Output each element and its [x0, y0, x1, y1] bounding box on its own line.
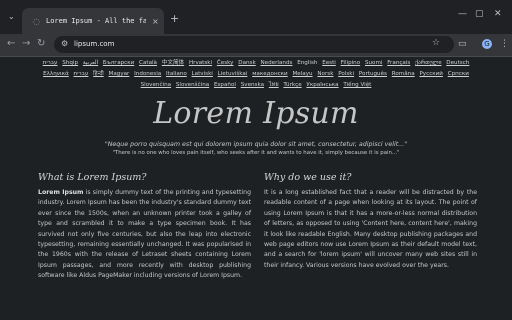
language-link[interactable]: Svenska — [241, 82, 264, 88]
language-link[interactable]: Indonesia — [134, 71, 161, 77]
language-link[interactable]: Româna — [392, 71, 415, 77]
what-is-paragraph: Lorem Ipsum is simply dummy text of the … — [38, 188, 251, 282]
language-link[interactable]: Български — [103, 60, 134, 66]
language-link[interactable]: Italiano — [166, 71, 187, 77]
language-link[interactable]: Norsk — [317, 71, 333, 77]
language-link[interactable]: עברית — [74, 71, 89, 77]
english-quote: "There is no one who loves pain itself, … — [112, 150, 400, 156]
language-link[interactable]: Melayu — [292, 71, 312, 77]
extensions-icon[interactable]: ▭ — [458, 39, 467, 49]
lorem-bold: Lorem Ipsum — [38, 189, 84, 196]
back-icon[interactable]: ← — [7, 38, 15, 49]
reload-icon[interactable]: ↻ — [37, 38, 45, 49]
why-use-heading: Why do we use it? — [264, 172, 352, 183]
language-link[interactable]: Nederlands — [261, 60, 293, 66]
site-logo: Lorem Ipsum — [153, 96, 359, 131]
language-link[interactable]: Slovenščina — [176, 82, 209, 88]
language-link[interactable]: Polski — [338, 71, 354, 77]
language-link[interactable]: 中文简体 — [162, 60, 184, 66]
language-link[interactable]: ไทย — [269, 82, 279, 88]
tab-title: Lorem Ipsum - All the facts - Lipsum gen… — [46, 17, 146, 25]
site-info-icon[interactable]: ⚙ — [61, 39, 68, 48]
address-bar[interactable]: ⚙ lipsum.com ☆ — [54, 36, 454, 53]
language-link[interactable]: Latviski — [192, 71, 213, 77]
language-link[interactable]: Português — [359, 71, 387, 77]
why-use-section: Why do we use it? It is a long establish… — [264, 172, 477, 271]
tab-close-icon[interactable]: × — [152, 17, 159, 26]
language-link[interactable]: Català — [139, 60, 157, 66]
language-link[interactable]: Eesti — [322, 60, 336, 66]
profile-avatar-icon[interactable]: G — [482, 39, 492, 49]
language-link[interactable]: Ελληνικά — [43, 71, 69, 77]
language-link[interactable]: हिन्दी — [93, 71, 104, 77]
browser-toolbar: ← → ↻ ⚙ lipsum.com ☆ ▭ ⋮ — [0, 34, 512, 57]
language-link[interactable]: Српски — [448, 71, 469, 77]
latin-quote: "Neque porro quisquam est qui dolorem ip… — [104, 141, 408, 148]
language-list: עברית Shqip العربية Български Català 中文简… — [30, 58, 482, 91]
new-tab-icon[interactable]: + — [170, 12, 179, 25]
language-link[interactable]: العربية — [83, 60, 98, 66]
favicon-icon: ◌ — [33, 16, 40, 26]
language-link[interactable]: Українська — [306, 82, 338, 88]
minimize-icon[interactable]: — — [458, 9, 467, 19]
url-text[interactable]: lipsum.com — [74, 40, 114, 48]
bookmark-star-icon[interactable]: ☆ — [432, 38, 440, 48]
language-link[interactable]: Magyar — [109, 71, 130, 77]
language-link[interactable]: Filipino — [341, 60, 361, 66]
language-link[interactable]: Hrvatski — [189, 60, 212, 66]
language-link[interactable]: Français — [387, 60, 410, 66]
forward-icon[interactable]: → — [22, 38, 30, 49]
maximize-icon[interactable]: ▢ — [475, 9, 484, 19]
language-link[interactable]: Tiếng Việt — [343, 82, 371, 88]
what-is-text: is simply dummy text of the printing and… — [38, 189, 251, 280]
language-link[interactable]: Lietuviškai — [218, 71, 248, 77]
language-link[interactable]: Türkçe — [283, 82, 301, 88]
browser-tab[interactable]: ◌ Lorem Ipsum - All the facts - Lipsum g… — [22, 8, 164, 34]
what-is-heading: What is Lorem Ipsum? — [38, 172, 147, 183]
language-link[interactable]: English — [297, 60, 317, 66]
language-link[interactable]: Česky — [217, 60, 234, 66]
language-link[interactable]: Deutsch — [446, 60, 469, 66]
tab-search-icon[interactable]: ⌄ — [8, 12, 15, 21]
language-link[interactable]: Dansk — [238, 60, 255, 66]
language-link[interactable]: Slovenčina — [141, 82, 171, 88]
language-link[interactable]: Suomi — [365, 60, 383, 66]
language-link[interactable]: ქართული — [415, 60, 441, 66]
language-link[interactable]: Pyccкий — [419, 71, 442, 77]
language-link[interactable]: Español — [214, 82, 236, 88]
tab-strip: ⌄ ◌ Lorem Ipsum - All the facts - Lipsum… — [0, 0, 512, 34]
language-link[interactable]: Shqip — [62, 60, 78, 66]
why-use-paragraph: It is a long established fact that a rea… — [264, 189, 477, 269]
close-window-icon[interactable]: ✕ — [494, 9, 502, 19]
language-link[interactable]: македонски — [252, 71, 288, 77]
language-link[interactable]: עברית — [43, 60, 58, 66]
menu-icon[interactable]: ⋮ — [500, 39, 509, 49]
what-is-section: What is Lorem Ipsum? Lorem Ipsum is simp… — [38, 172, 251, 282]
